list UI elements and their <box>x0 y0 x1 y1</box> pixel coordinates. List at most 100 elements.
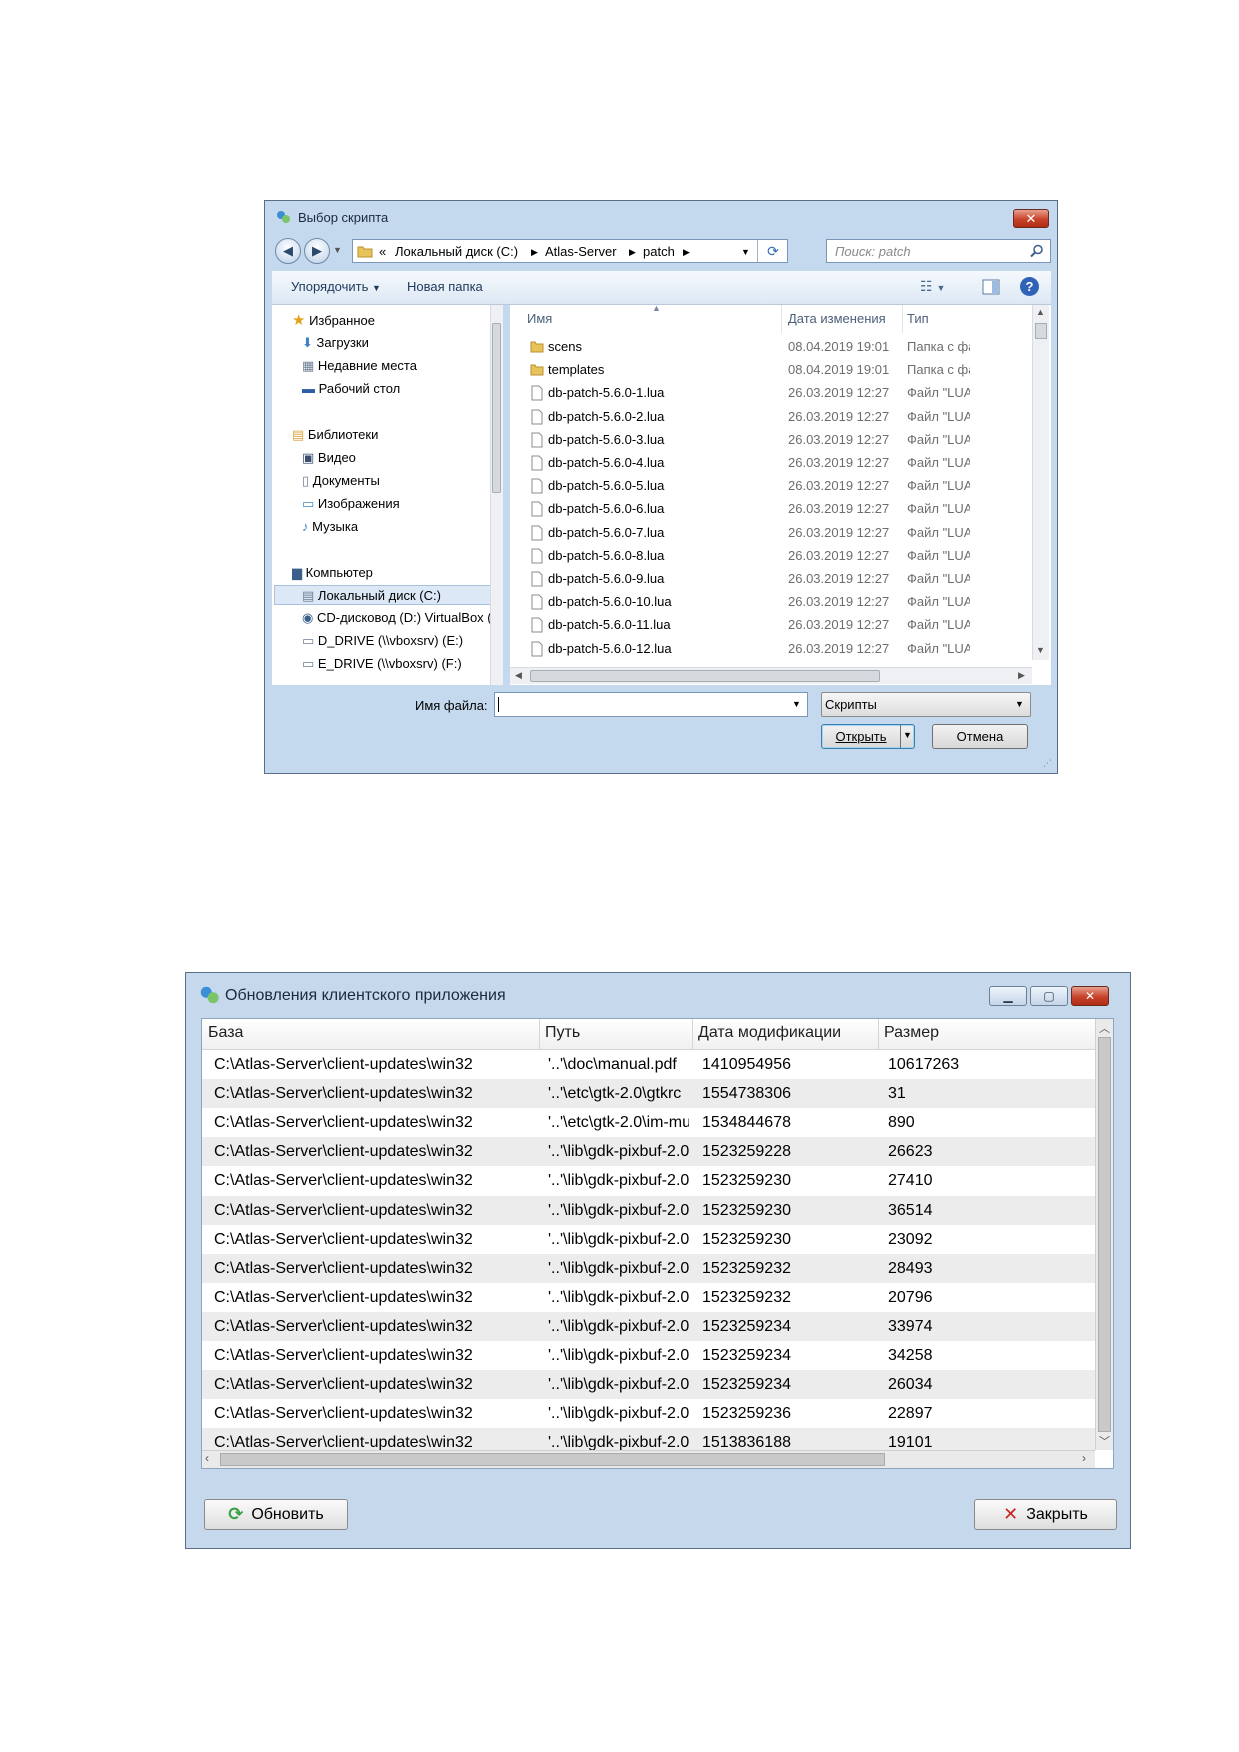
chevron-right-icon[interactable]: › <box>1082 1451 1086 1465</box>
table-row[interactable]: C:\Atlas-Server\client-updates\win32 '..'… <box>202 1225 1095 1254</box>
table-row[interactable]: C:\Atlas-Server\client-updates\win32 '..'… <box>202 1370 1095 1400</box>
file-row[interactable]: db-patch-5.6.0-7.lua 26.03.2019 12:27 Файл… <box>510 521 1010 544</box>
file-date: 26.03.2019 12:27 <box>788 571 890 586</box>
file-row[interactable]: db-patch-5.6.0-8.lua 26.03.2019 12:27 Файл… <box>510 544 1010 567</box>
nav-item-recent[interactable]: ▦ Недавние места <box>302 356 417 376</box>
nav-item-drive-f[interactable]: ▭ E_DRIVE (\\vboxsrv) (F:) <box>302 654 462 674</box>
chevron-down-icon[interactable]: ▼ <box>792 699 801 709</box>
search-icon[interactable] <box>1030 244 1044 258</box>
scroll-thumb[interactable] <box>1098 1037 1111 1432</box>
scroll-thumb[interactable] <box>530 670 880 682</box>
organize-menu[interactable]: Упорядочить ▼ <box>291 279 381 294</box>
chevron-right-icon[interactable]: ▶ <box>629 247 636 258</box>
chevron-down-icon[interactable]: ▼ <box>1036 645 1045 655</box>
close-window-button[interactable]: ✕ <box>1071 986 1109 1006</box>
file-row[interactable]: db-patch-5.6.0-4.lua 26.03.2019 12:27 Файл… <box>510 451 1010 474</box>
nav-item-pictures[interactable]: ▭ Изображения <box>302 494 400 514</box>
nav-item-drive-e[interactable]: ▭ D_DRIVE (\\vboxsrv) (E:) <box>302 631 463 651</box>
column-header-size[interactable]: Размер <box>884 1024 939 1042</box>
column-header-type[interactable]: Тип <box>907 305 929 333</box>
nav-scrollbar[interactable] <box>490 305 503 685</box>
breadcrumb-overflow[interactable]: « <box>379 244 386 259</box>
forward-button[interactable]: ▶ <box>304 238 330 264</box>
table-row[interactable]: C:\Atlas-Server\client-updates\win32 '..'… <box>202 1283 1095 1312</box>
view-options-icon[interactable]: ☷ ▼ <box>920 278 945 295</box>
back-button[interactable]: ◀ <box>275 238 301 264</box>
filetype-select[interactable]: Скрипты ▼ <box>821 692 1031 717</box>
nav-item-drive-c[interactable]: ▤ Локальный диск (C:) <box>274 585 492 605</box>
file-row[interactable]: db-patch-5.6.0-5.lua 26.03.2019 12:27 Файл… <box>510 474 1010 497</box>
nav-computer[interactable]: ▆ Компьютер <box>292 563 373 583</box>
table-row[interactable]: C:\Atlas-Server\client-updates\win32 '..'… <box>202 1399 1095 1428</box>
column-header-modified[interactable]: Дата модификации <box>698 1024 841 1042</box>
column-header-name[interactable]: Имя <box>527 305 552 333</box>
chevron-left-icon[interactable]: ‹ <box>205 1451 209 1465</box>
breadcrumb-item[interactable]: Локальный диск (C:) <box>395 244 518 259</box>
nav-item-documents[interactable]: ▯ Документы <box>302 471 380 491</box>
nav-item-desktop[interactable]: ▬ Рабочий стол <box>302 379 400 399</box>
table-row[interactable]: C:\Atlas-Server\client-updates\win32 '..'… <box>202 1341 1095 1370</box>
file-row[interactable]: scens 08.04.2019 19:01 Папка с фа <box>510 335 1010 358</box>
file-vscrollbar[interactable]: ▲ ▼ <box>1032 305 1049 660</box>
close-button[interactable]: ✕ <box>1013 209 1049 228</box>
table-row[interactable]: C:\Atlas-Server\client-updates\win32 '..'… <box>202 1166 1095 1195</box>
open-button[interactable]: Открыть ▼ <box>821 724 915 749</box>
table-row[interactable]: C:\Atlas-Server\client-updates\win32 '..'… <box>202 1195 1095 1225</box>
address-bar[interactable]: « Локальный диск (C:) ▶ Atlas-Server ▶ p… <box>352 239 788 263</box>
filename-input[interactable]: ▼ <box>494 692 808 717</box>
file-row[interactable]: templates 08.04.2019 19:01 Папка с фа <box>510 358 1010 381</box>
file-row[interactable]: db-patch-5.6.0-11.lua 26.03.2019 12:27 Фай… <box>510 613 1010 636</box>
nav-libraries[interactable]: ▤ Библиотеки <box>292 425 378 445</box>
search-input[interactable]: Поиск: patch <box>826 239 1051 263</box>
file-row[interactable]: db-patch-5.6.0-1.lua 26.03.2019 12:27 Файл… <box>510 381 1010 404</box>
nav-item-drive-d[interactable]: ◉ CD-дисковод (D:) VirtualBox ( <box>302 608 502 628</box>
chevron-right-icon[interactable]: ▶ <box>1018 670 1025 681</box>
chevron-right-icon[interactable]: ▶ <box>683 247 690 258</box>
refresh-button[interactable]: ⟳ Обновить <box>204 1499 348 1530</box>
preview-pane-icon[interactable] <box>982 279 1000 295</box>
chevron-down-icon[interactable]: ▼ <box>903 730 912 740</box>
new-folder-button[interactable]: Новая папка <box>407 279 483 294</box>
table-row[interactable]: C:\Atlas-Server\client-updates\win32 '..'… <box>202 1137 1095 1167</box>
chevron-up-icon[interactable]: ︿ <box>1099 1020 1110 1036</box>
maximize-button[interactable]: ▢ <box>1030 986 1068 1006</box>
help-icon[interactable]: ? <box>1020 277 1039 296</box>
scroll-thumb[interactable] <box>492 323 501 493</box>
nav-item-music[interactable]: ♪ Музыка <box>302 517 358 537</box>
file-row[interactable]: db-patch-5.6.0-10.lua 26.03.2019 12:27 Фай… <box>510 590 1010 613</box>
table-row[interactable]: C:\Atlas-Server\client-updates\win32 '..'… <box>202 1079 1095 1109</box>
breadcrumb-item[interactable]: Atlas-Server <box>545 244 617 259</box>
scroll-thumb[interactable] <box>220 1453 885 1466</box>
chevron-up-icon[interactable]: ▲ <box>1036 307 1045 317</box>
chevron-left-icon[interactable]: ◀ <box>515 670 522 681</box>
table-row[interactable]: C:\Atlas-Server\client-updates\win32 '..'… <box>202 1050 1095 1079</box>
file-row[interactable]: db-patch-5.6.0-3.lua 26.03.2019 12:27 Файл… <box>510 428 1010 451</box>
column-header-base[interactable]: База <box>208 1024 243 1042</box>
column-header-path[interactable]: Путь <box>545 1024 580 1042</box>
minimize-button[interactable]: ▁ <box>989 986 1027 1006</box>
file-row[interactable]: db-patch-5.6.0-9.lua 26.03.2019 12:27 Файл… <box>510 567 1010 590</box>
recent-dropdown-icon[interactable]: ▼ <box>333 245 342 255</box>
nav-item-downloads[interactable]: ⬇ Загрузки <box>302 333 369 353</box>
refresh-icon[interactable]: ⟳ <box>757 240 788 262</box>
cancel-button[interactable]: Отмена <box>932 724 1028 749</box>
breadcrumb-item[interactable]: patch <box>643 244 675 259</box>
column-header-date[interactable]: Дата изменения <box>788 305 886 333</box>
table-hscrollbar[interactable]: ‹ › <box>202 1450 1095 1468</box>
table-vscrollbar[interactable]: ︿ ﹀ <box>1095 1019 1113 1450</box>
file-row[interactable]: db-patch-5.6.0-12.lua 26.03.2019 12:27 Фай… <box>510 637 1010 660</box>
table-row[interactable]: C:\Atlas-Server\client-updates\win32 '..'… <box>202 1253 1095 1283</box>
chevron-right-icon[interactable]: ▶ <box>531 247 538 258</box>
file-row[interactable]: db-patch-5.6.0-6.lua 26.03.2019 12:27 Файл… <box>510 497 1010 520</box>
table-row[interactable]: C:\Atlas-Server\client-updates\win32 '..'… <box>202 1108 1095 1137</box>
scroll-thumb[interactable] <box>1035 323 1047 339</box>
table-row[interactable]: C:\Atlas-Server\client-updates\win32 '..'… <box>202 1311 1095 1341</box>
file-row[interactable]: db-patch-5.6.0-2.lua 26.03.2019 12:27 Файл… <box>510 405 1010 428</box>
nav-item-video[interactable]: ▣ Видео <box>302 448 356 468</box>
chevron-down-icon[interactable]: ﹀ <box>1099 1433 1110 1449</box>
resize-grip[interactable]: ⋰ <box>1043 758 1052 769</box>
nav-favorites[interactable]: ★ Избранное <box>292 311 375 331</box>
close-button[interactable]: ✕ Закрыть <box>974 1499 1117 1530</box>
file-hscrollbar[interactable]: ◀ ▶ <box>510 667 1032 684</box>
chevron-down-icon[interactable]: ▼ <box>741 247 750 257</box>
